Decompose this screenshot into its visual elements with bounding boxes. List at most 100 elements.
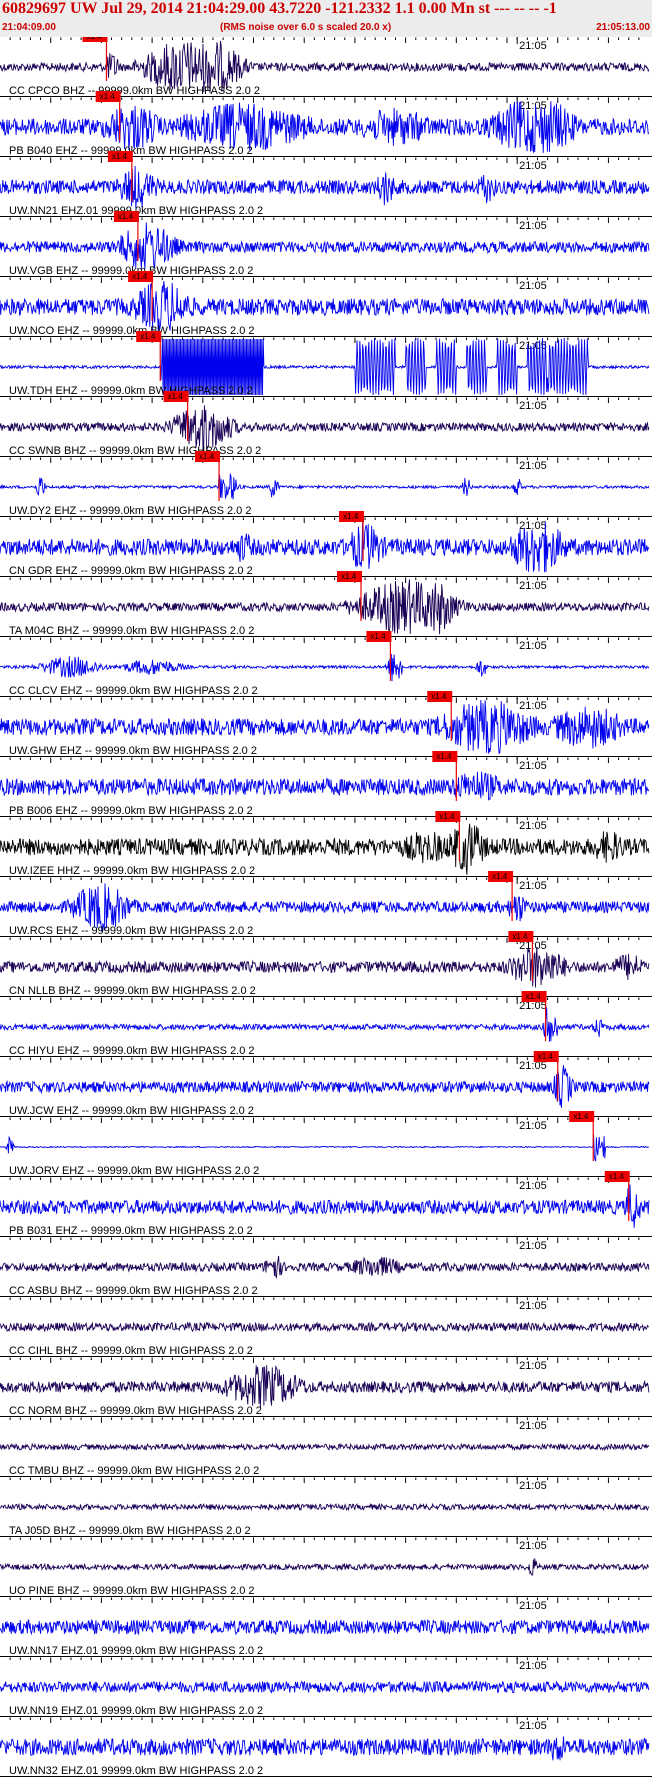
waveform [0, 1321, 649, 1333]
trace-7: 21:05 UW.DY2 EHZ -- 99999.0km BW HIGHPASS… [0, 451, 652, 517]
pick-label: x1.4 [343, 512, 359, 521]
station-label: UW.IZEE HHZ -- 99999.0km BW HIGHPASS 2.0… [9, 865, 255, 877]
pick-label: x1.4 [168, 392, 184, 401]
station-label: UW.TDH EHZ -- 99999.0km BW HIGHPASS 2.0 … [9, 385, 253, 397]
pick-label: x1.4 [512, 932, 528, 941]
trace-5: 21:05UW.TDH EHZ -- 99999.0km BW HIGHPASS… [0, 331, 652, 397]
minute-label: 21:05 [519, 460, 547, 472]
end-time: 21:05:13.00 [596, 22, 650, 33]
minute-label: 21:05 [519, 880, 547, 892]
waveform [0, 1442, 650, 1452]
waveform [0, 473, 650, 500]
station-label: TA J05D BHZ -- 99999.0km BW HIGHPASS 2.0… [9, 1525, 251, 1537]
trace-25: 21:05 UO PINE BHZ -- 99999.0km BW HIGHPAS… [0, 1537, 652, 1597]
waveform [0, 222, 650, 269]
station-label: PB B006 EHZ -- 99999.0km BW HIGHPASS 2.0… [9, 805, 253, 817]
station-label: UW.JCW EHZ -- 99999.0km BW HIGHPASS 2.0 … [9, 1105, 254, 1117]
minute-label: 21:05 [519, 640, 547, 652]
minute-label: 21:05 [519, 160, 547, 172]
pick-label: x1.4 [436, 752, 452, 761]
trace-26: 21:05 UW.NN17 EHZ.01 99999.0km BW HIGHPAS… [0, 1597, 652, 1657]
station-label: UW.NN17 EHZ.01 99999.0km BW HIGHPASS 2.0… [9, 1645, 263, 1657]
trace-24: 21:05 TA J05D BHZ -- 99999.0km BW HIGHPAS… [0, 1477, 652, 1537]
station-label: CC HIYU EHZ -- 99999.0km BW HIGHPASS 2.0… [9, 1045, 255, 1057]
trace-28: 21:05 UW.NN32 EHZ.01 99999.0km BW HIGHPAS… [0, 1717, 652, 1777]
pick-label: x1.4 [431, 692, 447, 701]
station-label: CN GDR EHZ -- 99999.0km BW HIGHPASS 2.0 … [9, 565, 253, 577]
trace-0: 21:05 CC CPCO BHZ -- 99999.0km BW HIGHPAS… [0, 37, 652, 97]
waveform [0, 1618, 650, 1636]
station-label: CC CPCO BHZ -- 99999.0km BW HIGHPASS 2.0… [9, 85, 260, 97]
trace-8: 21:05 CN GDR EHZ -- 99999.0km BW HIGHPASS… [0, 511, 652, 577]
waveform [0, 653, 650, 682]
minute-label: 21:05 [519, 1720, 547, 1732]
trace-17: 21:05UW.JCW EHZ -- 99999.0km BW HIGHPASS… [0, 1051, 652, 1117]
station-label: CC CLCV EHZ -- 99999.0km BW HIGHPASS 2.0… [9, 685, 258, 697]
trace-12: 21:05 PB B006 EHZ -- 99999.0km BW HIGHPAS… [0, 751, 652, 817]
minute-label: 21:05 [519, 400, 547, 412]
waveform [0, 165, 650, 209]
pick-label: x1.4 [526, 992, 542, 1001]
waveform [0, 1065, 650, 1108]
plot-header: 60829697 UW Jul 29, 2014 21:04:29.00 43.… [0, 0, 652, 37]
start-time: 21:04:09.00 [2, 22, 56, 33]
minute-label: 21:05 [519, 220, 547, 232]
station-label: TA M04C BHZ -- 99999.0km BW HIGHPASS 2.0… [9, 625, 254, 637]
pick-label: x1.4 [86, 37, 102, 41]
waveform [0, 1736, 650, 1761]
trace-19: 21:05 PB B031 EHZ -- 99999.0km BW HIGHPAS… [0, 1171, 652, 1237]
minute-label: 21:05 [519, 40, 547, 52]
seismogram-plot: 21:05 CC CPCO BHZ -- 99999.0km BW HIGHPAS… [0, 37, 652, 1777]
pick-label: x1.4 [492, 872, 508, 881]
waveform [0, 946, 650, 988]
pick-label: x1.4 [609, 1172, 625, 1181]
pick-label: x1.4 [573, 1112, 589, 1121]
trace-14: 21:05 UW.RCS EHZ -- 99999.0km BW HIGHPASS… [0, 871, 652, 937]
trace-6: 21:05 CC SWNB BHZ -- 99999.0km BW HIGHPAS… [0, 391, 652, 457]
minute-label: 21:05 [519, 1480, 547, 1492]
station-label: UW.JORV EHZ -- 99999.0km BW HIGHPASS 2.0… [9, 1165, 259, 1177]
station-label: CC NORM BHZ -- 99999.0km BW HIGHPASS 2.0… [9, 1405, 262, 1417]
trace-23: 21:05 CC TMBU BHZ -- 99999.0km BW HIGHPAS… [0, 1417, 652, 1477]
station-label: PB B031 EHZ -- 99999.0km BW HIGHPASS 2.0… [9, 1225, 253, 1237]
event-title: 60829697 UW Jul 29, 2014 21:04:29.00 43.… [2, 0, 557, 17]
pick-label: x1.4 [118, 212, 134, 221]
pick-label: x1.4 [100, 92, 116, 101]
trace-13: 21:05 UW.IZEE HHZ -- 99999.0km BW HIGHPAS… [0, 811, 652, 877]
waveform [0, 1134, 650, 1162]
pick-label: x1.4 [112, 152, 128, 161]
station-label: UW.GHW EHZ -- 99999.0km BW HIGHPASS 2.0 … [9, 745, 257, 757]
minute-label: 21:05 [519, 1180, 547, 1192]
trace-22: 21:05 CC NORM BHZ -- 99999.0km BW HIGHPAS… [0, 1357, 652, 1417]
minute-label: 21:05 [519, 1420, 547, 1432]
trace-16: 21:05CC HIYU EHZ -- 99999.0km BW HIGHPAS… [0, 991, 652, 1057]
minute-label: 21:05 [519, 1120, 547, 1132]
minute-label: 21:05 [519, 1660, 547, 1672]
rms-note: (RMS noise over 6.0 s scaled 20.0 x) [220, 22, 392, 33]
station-label: CC ASBU BHZ -- 99999.0km BW HIGHPASS 2.0… [9, 1285, 258, 1297]
station-label: UW.RCS EHZ -- 99999.0km BW HIGHPASS 2.0 … [9, 925, 253, 937]
minute-label: 21:05 [519, 1600, 547, 1612]
pick-label: x1.4 [370, 632, 386, 641]
waveform [0, 771, 650, 801]
station-label: UO PINE BHZ -- 99999.0km BW HIGHPASS 2.0… [9, 1585, 255, 1597]
pick-label: x1.4 [341, 572, 357, 581]
trace-27: 21:05 UW.NN19 EHZ.01 99999.0km BW HIGHPAS… [0, 1657, 652, 1717]
minute-label: 21:05 [519, 1300, 547, 1312]
trace-10: 21:05 CC CLCV EHZ -- 99999.0km BW HIGHPAS… [0, 631, 652, 697]
waveform [0, 1255, 650, 1279]
station-label: CN NLLB BHZ -- 99999.0km BW HIGHPASS 2.0… [9, 985, 256, 997]
minute-label: 21:05 [519, 820, 547, 832]
minute-label: 21:05 [519, 280, 547, 292]
trace-20: 21:05 CC ASBU BHZ -- 99999.0km BW HIGHPAS… [0, 1237, 652, 1297]
trace-11: 21:05 UW.GHW EHZ -- 99999.0km BW HIGHPASS… [0, 691, 652, 757]
pick-label: x1.4 [140, 332, 156, 341]
trace-3: 21:05UW.VGB EHZ -- 99999.0km BW HIGHPASS… [0, 211, 652, 277]
trace-2: 21:05UW.NN21 EHZ.01 99999.0km BW HIGHPAS… [0, 151, 652, 217]
waveform [0, 1007, 650, 1042]
trace-4: 21:05 UW.NCO EHZ -- 99999.0km BW HIGHPASS… [0, 271, 652, 337]
minute-label: 21:05 [519, 760, 547, 772]
trace-9: 21:05 TA M04C BHZ -- 99999.0km BW HIGHPAS… [0, 571, 652, 637]
trace-1: 21:05PB B040 EHZ -- 99999.0km BW HIGHPAS… [0, 91, 652, 157]
waveform [0, 1558, 650, 1576]
